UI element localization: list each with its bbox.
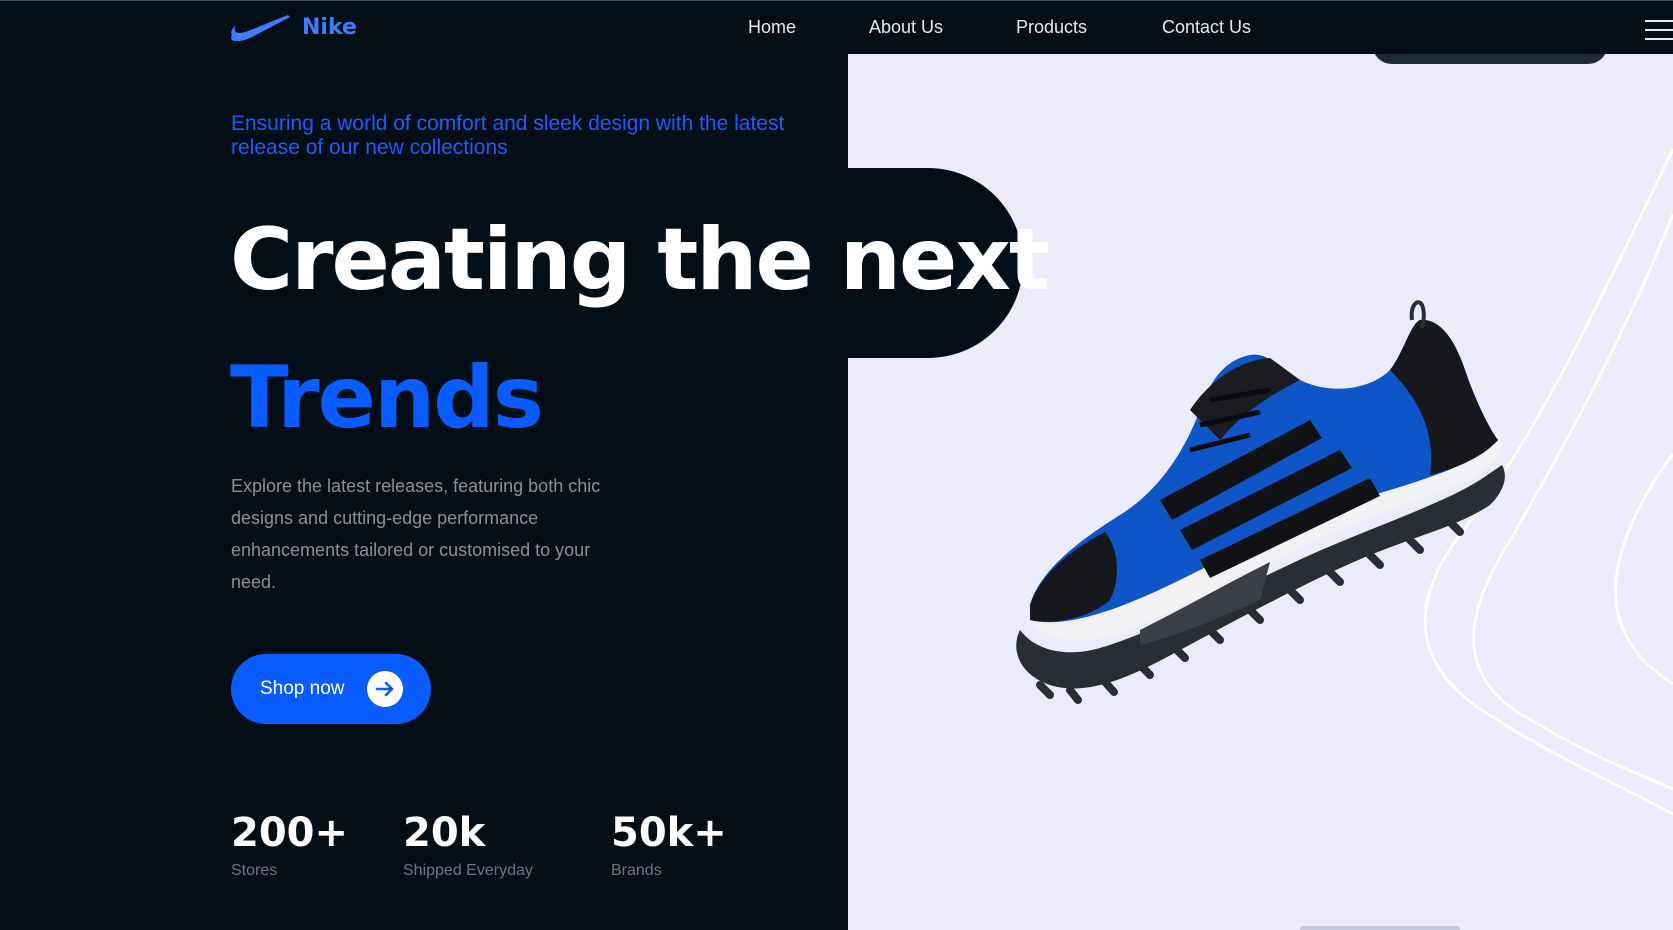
sneaker-image (1016, 300, 1505, 704)
panel-bottom-decoration (1300, 926, 1460, 930)
stat-stores: 200+ Stores (231, 810, 348, 880)
hamburger-menu-icon[interactable] (1645, 20, 1673, 40)
hero-tagline: Ensuring a world of comfort and sleek de… (231, 112, 785, 159)
hero-description: Explore the latest releases, featuring b… (231, 476, 601, 592)
stat-value: 200+ (231, 810, 349, 856)
shop-now-label: Shop now (260, 678, 345, 699)
landing-page: Nike Home About Us Products Contact Us E… (0, 0, 1673, 930)
nav-contact-us[interactable]: Contact Us (1162, 17, 1251, 38)
hero-headline-line2: Trends (230, 348, 544, 448)
shop-now-button[interactable]: Shop now (231, 654, 431, 724)
stat-label: Shipped Everyday (403, 862, 533, 879)
top-navbar: Nike Home About Us Products Contact Us (0, 0, 1673, 54)
nav-home[interactable]: Home (748, 17, 796, 38)
hero-headline-line1: Creating the next (230, 210, 1050, 310)
nav-products[interactable]: Products (1016, 17, 1087, 38)
stat-label: Brands (611, 862, 662, 879)
swoosh-icon (231, 15, 290, 41)
brand-name: Nike (302, 14, 357, 40)
stat-shipped: 20k Shipped Everyday (403, 810, 533, 880)
stat-value: 20k (403, 810, 486, 856)
brand-logo[interactable]: Nike (230, 13, 357, 41)
nav-about-us[interactable]: About Us (869, 17, 943, 38)
stat-label: Stores (231, 862, 278, 879)
arrow-right-icon (367, 671, 403, 707)
stat-value: 50k+ (611, 810, 727, 856)
stat-brands: 50k+ Brands (611, 810, 727, 880)
